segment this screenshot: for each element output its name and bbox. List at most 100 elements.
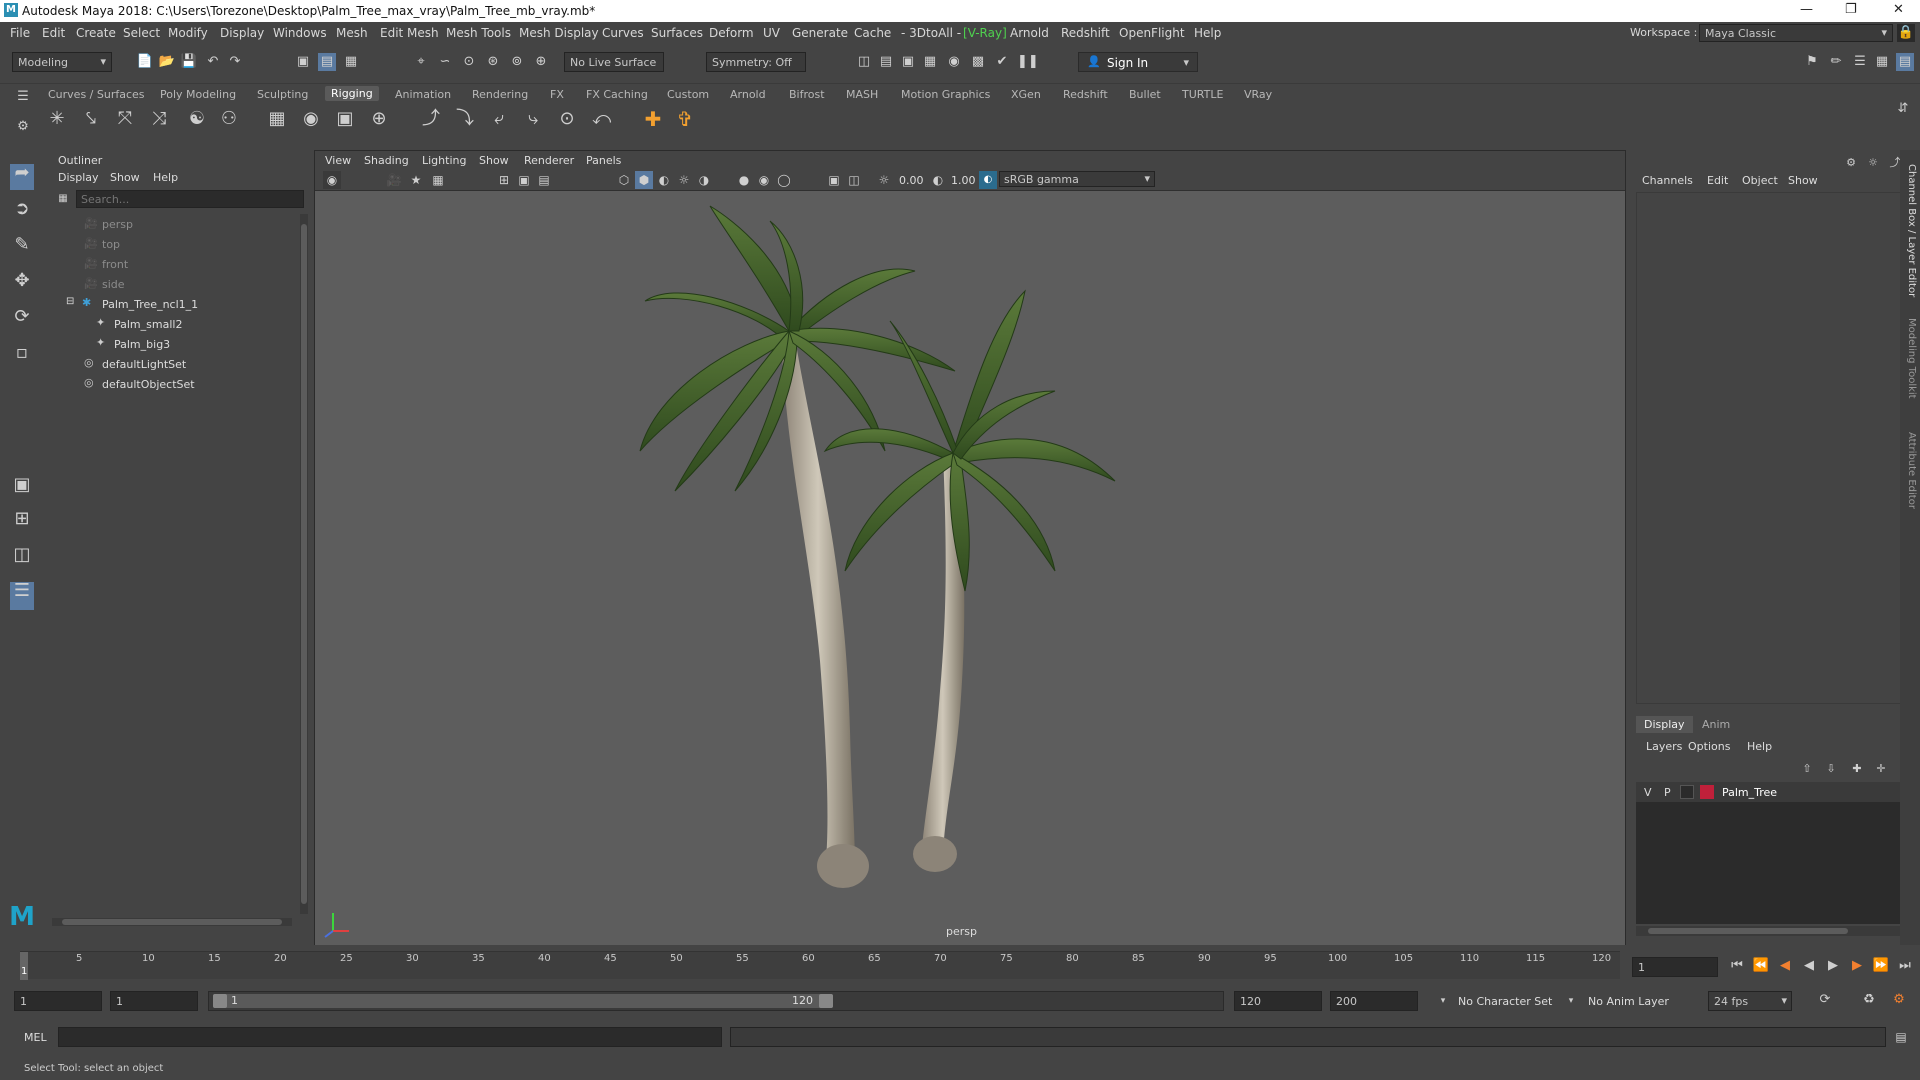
range-end-handle[interactable] <box>819 994 833 1008</box>
bookmarks-icon[interactable]: ★ <box>407 171 425 189</box>
redo-icon[interactable]: ↷ <box>226 53 244 71</box>
snap-grid-icon[interactable]: ⌖ <box>412 53 430 71</box>
paint-weights-icon[interactable]: ⤷ <box>524 110 542 128</box>
outliner-row-front[interactable]: 🎥 front <box>52 254 302 274</box>
attribute-editor-icon[interactable]: ▦ <box>1873 53 1891 71</box>
outliner-row-side[interactable]: 🎥 side <box>52 274 302 294</box>
menu-openflight[interactable]: OpenFlight <box>1119 26 1185 40</box>
blend-shape-icon[interactable]: ⤺ <box>592 110 611 128</box>
outliner-menu-show[interactable]: Show <box>110 171 140 184</box>
shelf-tab-curves-surfaces[interactable]: Curves / Surfaces <box>48 88 145 101</box>
fps-select[interactable]: 24 fps ▾ <box>1708 991 1792 1011</box>
menu-3dtoall[interactable]: - 3DtoAll - <box>901 26 961 40</box>
current-frame-field[interactable]: 1 <box>1632 957 1718 977</box>
workspace-select[interactable]: Maya Classic ▾ <box>1699 24 1893 42</box>
time-slider-track[interactable]: 1 5 10 15 20 25 30 35 40 45 50 55 60 65 … <box>20 951 1620 980</box>
scale-tool-icon[interactable]: ▫ <box>10 344 34 370</box>
script-editor-icon[interactable]: ▤ <box>1892 1028 1910 1046</box>
channels-menu-channels[interactable]: Channels <box>1642 174 1693 187</box>
side-tab-attribute-editor[interactable]: Attribute Editor <box>1906 432 1917 509</box>
shelf-tab-rigging[interactable]: Rigging <box>325 86 379 101</box>
channels-menu-edit[interactable]: Edit <box>1707 174 1728 187</box>
minimize-button[interactable]: — <box>1800 2 1813 17</box>
anim-layer-label[interactable]: No Anim Layer <box>1588 995 1669 1008</box>
resolution-gate-icon[interactable]: ▤ <box>535 171 553 189</box>
collapse-icon[interactable]: ⊟ <box>66 296 74 307</box>
layer-menu-help[interactable]: Help <box>1747 740 1772 753</box>
outliner-menu-help[interactable]: Help <box>153 171 178 184</box>
rotate-tool-icon[interactable]: ⟳ <box>10 308 34 334</box>
cluster-icon[interactable]: ⤶ <box>490 110 508 128</box>
shelf-tab-custom[interactable]: Custom <box>667 88 709 101</box>
pivot-icon[interactable]: ✞ <box>676 109 694 129</box>
play-forwards-icon[interactable]: ▶ <box>1824 957 1842 975</box>
playback-end-field[interactable]: 120 <box>1234 991 1322 1011</box>
animation-end-field[interactable]: 200 <box>1330 991 1418 1011</box>
auto-key-icon[interactable]: ♻ <box>1860 991 1878 1009</box>
outliner-row-top[interactable]: 🎥 top <box>52 234 302 254</box>
outliner-row-palm-small2[interactable]: ✦ Palm_small2 <box>52 314 302 334</box>
smooth-bind-icon[interactable]: ◉ <box>302 110 320 128</box>
step-forward-frame-icon[interactable]: ▶ <box>1848 957 1866 975</box>
new-layer-icon[interactable]: ✚ <box>1848 760 1866 778</box>
shelf-tab-turtle[interactable]: TURTLE <box>1182 88 1223 101</box>
step-back-frame-icon[interactable]: ◀ <box>1776 957 1794 975</box>
character-set-dropdown-icon[interactable]: ▾ <box>1434 992 1452 1010</box>
outliner-vertical-scrollbar[interactable] <box>300 214 308 914</box>
viewport-menu-show[interactable]: Show <box>479 154 509 167</box>
move-layer-up-icon[interactable]: ⇧ <box>1798 760 1816 778</box>
anti-aliasing-icon[interactable]: ◯ <box>775 171 793 189</box>
ambient-occlusion-icon[interactable]: ● <box>735 171 753 189</box>
layer-name[interactable]: Palm_Tree <box>1722 786 1777 799</box>
outliner-search-input[interactable] <box>76 190 304 208</box>
live-surface-field[interactable]: No Live Surface <box>564 52 664 72</box>
viewport-scene[interactable]: persp <box>315 191 1625 946</box>
loop-icon[interactable]: ⟳ <box>1816 991 1834 1009</box>
side-tab-channel-box[interactable]: Channel Box / Layer Editor <box>1906 164 1917 297</box>
command-input[interactable] <box>58 1027 722 1047</box>
camera-attributes-icon[interactable]: 🎥 <box>385 171 403 189</box>
gamma-icon[interactable]: ◐ <box>929 171 947 189</box>
wireframe-icon[interactable]: ⬡ <box>615 171 633 189</box>
pause-icon[interactable]: ❚❚ <box>1017 53 1039 71</box>
outliner-row-default-light-set[interactable]: ◎ defaultLightSet <box>52 354 302 374</box>
go-to-end-icon[interactable]: ⏭ <box>1896 957 1914 975</box>
shelf-tab-bullet[interactable]: Bullet <box>1129 88 1161 101</box>
scrollbar-thumb[interactable] <box>301 224 307 904</box>
film-gate-icon[interactable]: ▣ <box>515 171 533 189</box>
exposure-value[interactable]: 0.00 <box>899 174 924 187</box>
layer-visibility-toggle[interactable]: V <box>1644 786 1652 799</box>
save-scene-icon[interactable]: 💾 <box>180 53 198 71</box>
command-language-label[interactable]: MEL <box>24 1031 47 1044</box>
ik-spline-icon[interactable]: ⤵ <box>456 110 474 128</box>
select-component-icon[interactable]: ▦ <box>342 53 360 71</box>
camera-select-icon[interactable]: ◉ <box>323 171 341 189</box>
layer-playback-toggle[interactable]: P <box>1664 786 1671 799</box>
menu-generate[interactable]: Generate <box>792 26 848 40</box>
menu-edit[interactable]: Edit <box>42 26 65 40</box>
symmetry-select[interactable]: Symmetry: Off <box>706 52 806 72</box>
ipr-render-icon[interactable]: ▦ <box>921 53 939 71</box>
snap-surface-icon[interactable]: ⊚ <box>508 53 526 71</box>
render-view-icon[interactable]: ▤ <box>877 53 895 71</box>
quick-rig-icon[interactable]: ⚇ <box>220 110 238 128</box>
menu-mesh-display[interactable]: Mesh Display <box>519 26 599 40</box>
menu-set-select[interactable]: Modeling ▾ <box>12 52 112 72</box>
snap-curve-icon[interactable]: ∽ <box>436 53 454 71</box>
xray-icon[interactable]: ◫ <box>845 171 863 189</box>
grid-icon[interactable]: ⊞ <box>495 171 513 189</box>
outliner-row-palm-tree-group[interactable]: ⊟ ✱ Palm_Tree_ncl1_1 <box>52 294 302 314</box>
isolate-select-icon[interactable]: ▣ <box>825 171 843 189</box>
menu-mesh[interactable]: Mesh <box>336 26 368 40</box>
motion-blur-icon[interactable]: ◉ <box>755 171 773 189</box>
select-tool-icon[interactable]: ➦ <box>10 164 34 190</box>
go-to-start-icon[interactable]: ⏮ <box>1728 957 1746 975</box>
snap-pivot-icon[interactable]: ⊕ <box>532 53 550 71</box>
textured-icon[interactable]: ◐ <box>655 171 673 189</box>
shelf-tab-animation[interactable]: Animation <box>395 88 451 101</box>
scrollbar-thumb[interactable] <box>1648 928 1848 934</box>
snap-point-icon[interactable]: ⊙ <box>460 53 478 71</box>
shelf-tab-motion-graphics[interactable]: Motion Graphics <box>901 88 990 101</box>
menu-select[interactable]: Select <box>123 26 160 40</box>
modeling-toolkit-icon[interactable]: ⚑ <box>1803 53 1821 71</box>
